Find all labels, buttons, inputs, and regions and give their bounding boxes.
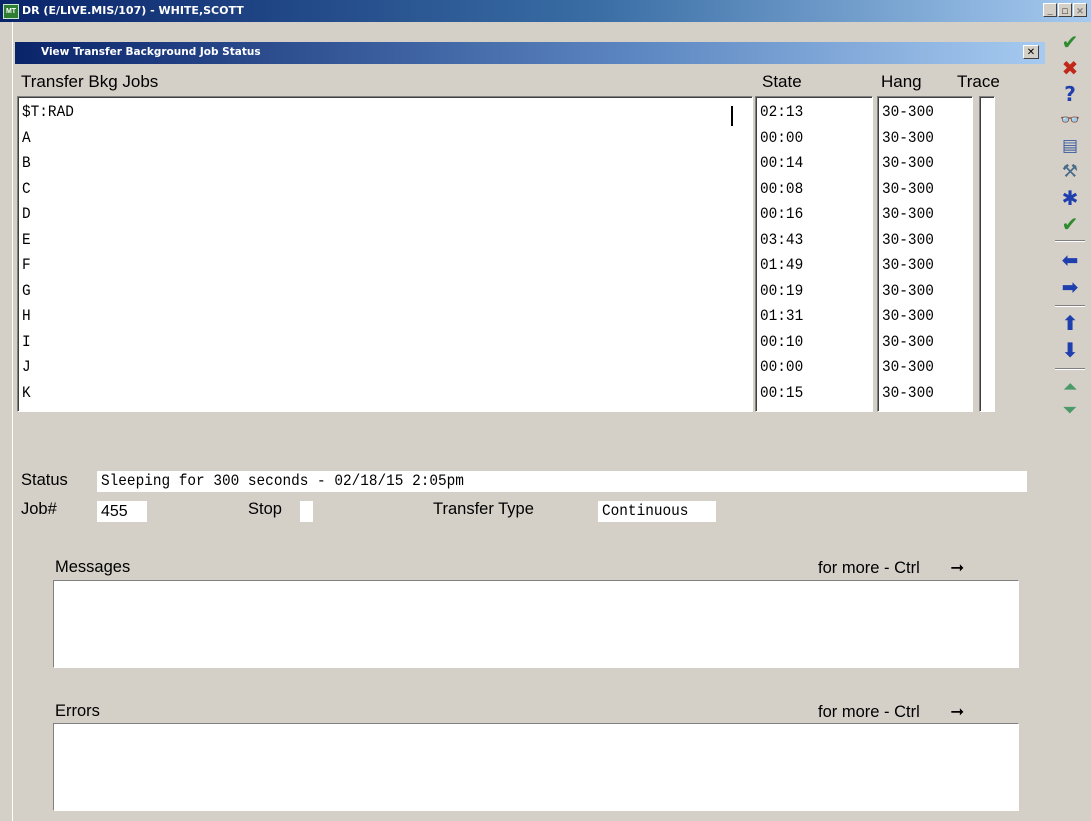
state-cell[interactable]: 00:16 <box>760 203 803 226</box>
job-name-cell[interactable]: H <box>22 305 31 328</box>
ok-all-icon[interactable]: ✔ <box>1049 211 1091 237</box>
status-field: Sleeping for 300 seconds - 02/18/15 2:05… <box>97 471 1027 492</box>
page-down-icon[interactable]: ⏷ <box>1049 397 1091 423</box>
status-value: Sleeping for 300 seconds - 02/18/15 2:05… <box>101 472 464 490</box>
toolbar-separator <box>1055 305 1085 307</box>
header-jobs: Transfer Bkg Jobs <box>21 72 159 91</box>
messages-box[interactable] <box>53 580 1019 668</box>
dialog-titlebar: View Transfer Background Job Status ✕ <box>15 42 1045 64</box>
arrow-right-icon: ➞ <box>950 559 965 577</box>
job-name-cell[interactable]: G <box>22 280 31 303</box>
dialog-close-button[interactable]: ✕ <box>1023 45 1039 59</box>
state-cell[interactable]: 00:10 <box>760 331 803 354</box>
right-toolbar: ✔ ✖ ? 👓 ▤ ⚒ ✱ ✔ ⬅ ➡ ⬆ ⬇ ⏶ ⏷ <box>1049 22 1091 821</box>
hang-cell[interactable]: 30-300 <box>882 382 934 405</box>
job-name-cell[interactable]: B <box>22 152 31 175</box>
text-caret <box>731 106 733 126</box>
window-title: DR (E/LIVE.MIS/107) - WHITE,SCOTT <box>22 4 244 17</box>
status-label: Status <box>21 471 68 489</box>
list-edit-icon[interactable]: ▤ <box>1049 133 1091 159</box>
transfer-type-label: Transfer Type <box>433 500 534 518</box>
hang-cell[interactable]: 30-300 <box>882 127 934 150</box>
state-cell[interactable]: 01:31 <box>760 305 803 328</box>
state-cell[interactable]: 03:43 <box>760 229 803 252</box>
header-state: State <box>762 72 802 91</box>
state-cell[interactable]: 00:00 <box>760 356 803 379</box>
toolbar-separator <box>1055 368 1085 370</box>
minimize-button[interactable]: _ <box>1043 3 1057 17</box>
hang-cell[interactable]: 30-300 <box>882 229 934 252</box>
hang-cell[interactable]: 30-300 <box>882 152 934 175</box>
state-cell[interactable]: 00:19 <box>760 280 803 303</box>
arrow-right-icon: ➞ <box>950 703 965 721</box>
state-cell[interactable]: 00:14 <box>760 152 803 175</box>
job-number-field[interactable]: 455 <box>97 501 147 522</box>
window-close-button[interactable]: ✕ <box>1073 3 1087 17</box>
job-name-cell[interactable]: I <box>22 331 31 354</box>
hang-cell[interactable]: 30-300 <box>882 254 934 277</box>
job-number-label: Job# <box>21 500 57 518</box>
job-name-cell[interactable]: E <box>22 229 31 252</box>
restore-button[interactable]: □ <box>1058 3 1072 17</box>
hang-cell[interactable]: 30-300 <box>882 178 934 201</box>
job-name-cell[interactable]: K <box>22 382 31 405</box>
cancel-x-icon[interactable]: ✖ <box>1049 55 1091 81</box>
transfer-type-field[interactable]: Continuous <box>598 501 716 522</box>
state-cell[interactable]: 00:08 <box>760 178 803 201</box>
job-name-cell[interactable]: $T:RAD <box>22 101 74 124</box>
hang-cell[interactable]: 30-300 <box>882 203 934 226</box>
hang-cell[interactable]: 30-300 <box>882 101 934 124</box>
arrow-left-icon[interactable]: ⬅ <box>1049 247 1091 273</box>
job-name-cell[interactable]: C <box>22 178 31 201</box>
toolbar-separator <box>1055 240 1085 242</box>
state-list[interactable]: 02:13 00:00 00:14 00:08 00:16 03:43 01:49 00:19… <box>755 96 873 412</box>
help-icon[interactable]: ? <box>1049 81 1091 107</box>
jobs-list[interactable]: $T:RAD A B C D E F G H I J K <box>17 96 753 412</box>
binoculars-icon[interactable]: 👓 <box>1049 107 1091 133</box>
state-cell[interactable]: 00:00 <box>760 127 803 150</box>
state-cell[interactable]: 00:15 <box>760 382 803 405</box>
hang-cell[interactable]: 30-300 <box>882 356 934 379</box>
stop-field[interactable] <box>300 501 313 522</box>
errors-label: Errors <box>55 702 100 720</box>
trace-list[interactable] <box>979 96 995 412</box>
arrow-right-icon[interactable]: ➡ <box>1049 274 1091 300</box>
arrow-up-icon[interactable]: ⬆ <box>1049 310 1091 336</box>
tools-icon[interactable]: ⚒ <box>1049 159 1091 185</box>
state-cell[interactable]: 02:13 <box>760 101 803 124</box>
ok-check-icon[interactable]: ✔ <box>1049 29 1091 55</box>
job-name-cell[interactable]: J <box>22 356 31 379</box>
job-name-cell[interactable]: F <box>22 254 31 277</box>
errors-more-hint: for more - Ctrl ➞ <box>818 702 964 722</box>
messages-label: Messages <box>55 558 131 576</box>
hang-list[interactable]: 30-300 30-300 30-300 30-300 30-300 30-300 30-3… <box>877 96 973 412</box>
messages-more-hint: for more - Ctrl ➞ <box>818 558 964 578</box>
dialog-title: View Transfer Background Job Status <box>41 46 261 58</box>
hang-cell[interactable]: 30-300 <box>882 305 934 328</box>
hang-cell[interactable]: 30-300 <box>882 331 934 354</box>
header-hang: Hang <box>881 72 922 91</box>
job-name-cell[interactable]: A <box>22 127 31 150</box>
dialog: View Transfer Background Job Status ✕ Tr… <box>12 22 1052 821</box>
hang-cell[interactable]: 30-300 <box>882 280 934 303</box>
messages-more-text: for more - Ctrl <box>818 559 920 577</box>
header-trace: Trace <box>957 72 1000 91</box>
asterisk-icon[interactable]: ✱ <box>1049 185 1091 211</box>
arrow-down-icon[interactable]: ⬇ <box>1049 337 1091 363</box>
errors-more-text: for more - Ctrl <box>818 703 920 721</box>
state-cell[interactable]: 01:49 <box>760 254 803 277</box>
errors-box[interactable] <box>53 723 1019 811</box>
app-icon: MT <box>3 4 19 19</box>
transfer-type-value: Continuous <box>602 502 689 520</box>
stop-label: Stop <box>248 500 282 518</box>
job-name-cell[interactable]: D <box>22 203 31 226</box>
window-titlebar: MT DR (E/LIVE.MIS/107) - WHITE,SCOTT _ □… <box>0 0 1091 22</box>
